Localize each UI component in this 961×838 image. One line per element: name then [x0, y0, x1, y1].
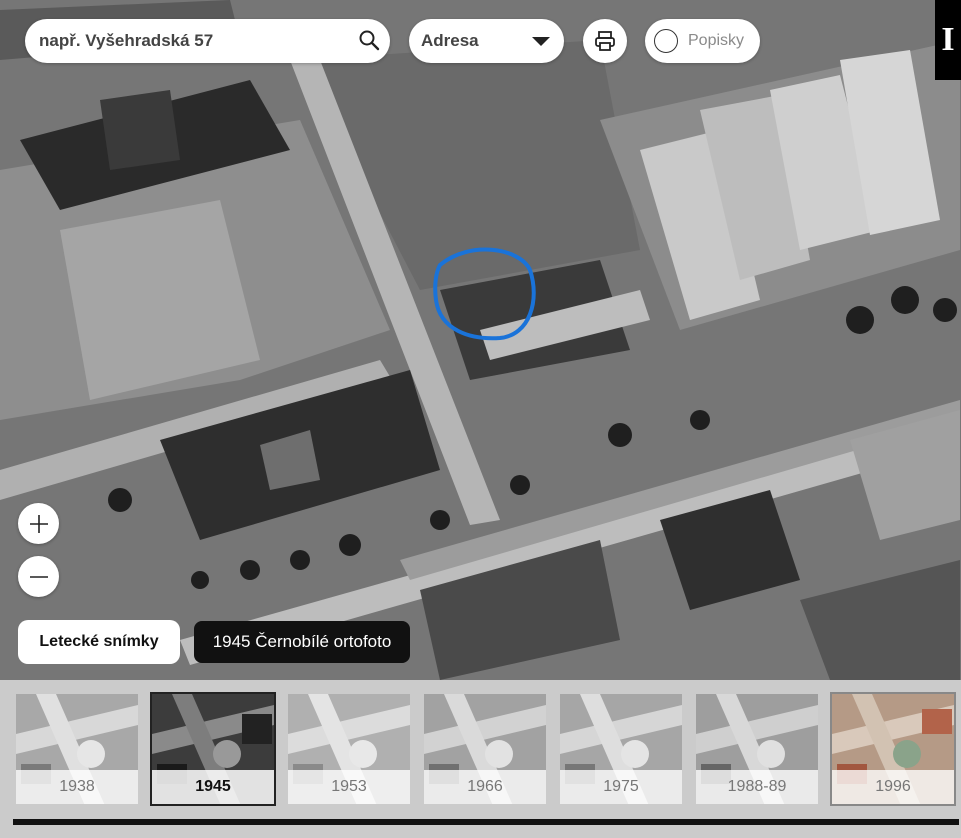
year-label: 1975 — [560, 770, 682, 804]
zoom-out-button[interactable] — [18, 556, 59, 597]
year-label: 1996 — [832, 770, 954, 804]
search-box[interactable] — [25, 19, 390, 63]
year-label: 1938 — [16, 770, 138, 804]
search-icon[interactable] — [358, 29, 380, 51]
printer-icon — [595, 31, 615, 51]
zoom-in-button[interactable] — [18, 503, 59, 544]
search-type-select[interactable]: Adresa — [409, 19, 564, 63]
search-type-value: Adresa — [421, 31, 479, 50]
radio-circle-icon[interactable] — [654, 29, 678, 53]
minus-icon — [29, 575, 48, 578]
year-label: 1945 — [152, 770, 274, 804]
print-button[interactable] — [583, 19, 627, 63]
corner-badge[interactable]: I — [935, 0, 961, 80]
search-input[interactable] — [37, 30, 341, 52]
timeline-thumb-1975[interactable]: 1975 — [558, 692, 684, 806]
current-layer-label: 1945 Černobílé ortofoto — [194, 621, 410, 663]
timeline-thumb-1996[interactable]: 1996 — [830, 692, 956, 806]
labels-toggle[interactable]: Popisky — [645, 19, 760, 63]
timeline-thumb-1938[interactable]: 1938 — [14, 692, 140, 806]
timeline-thumb-1945[interactable]: 1945 — [150, 692, 276, 806]
chevron-down-icon — [532, 37, 550, 46]
year-label: 1953 — [288, 770, 410, 804]
aerial-layers-button[interactable]: Letecké snímky — [18, 620, 180, 664]
timeline: 1938 1945 1953 1966 1975 1988-89 1996 — [0, 680, 961, 838]
timeline-thumb-1966[interactable]: 1966 — [422, 692, 548, 806]
plus-icon — [29, 514, 48, 533]
labels-toggle-label: Popisky — [688, 32, 745, 49]
timeline-thumb-1988-89[interactable]: 1988-89 — [694, 692, 820, 806]
year-label: 1966 — [424, 770, 546, 804]
timeline-thumb-1953[interactable]: 1953 — [286, 692, 412, 806]
year-label: 1988-89 — [696, 770, 818, 804]
timeline-scrollbar[interactable] — [13, 819, 959, 825]
